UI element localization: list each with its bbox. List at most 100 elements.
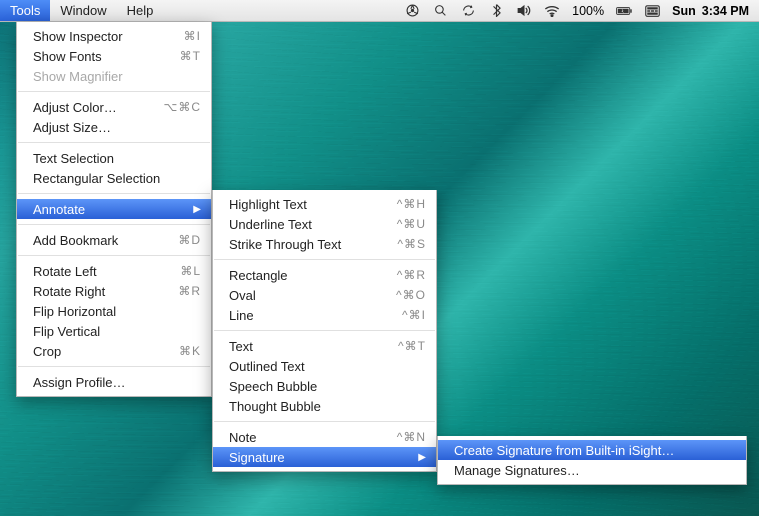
- menu-item-show-fonts[interactable]: Show Fonts⌘T: [17, 46, 211, 66]
- volume-icon[interactable]: [516, 4, 532, 17]
- menu-separator: [18, 366, 210, 367]
- menu-item-annotate[interactable]: Annotate▶: [17, 199, 211, 219]
- menubar-app-menus: Tools Window Help: [0, 0, 163, 21]
- menubar-item-help[interactable]: Help: [117, 0, 164, 21]
- menubar-item-label: Tools: [10, 3, 40, 18]
- menu-item-label: Show Inspector: [33, 28, 159, 45]
- menu-item-rotate-left[interactable]: Rotate Left⌘L: [17, 261, 211, 281]
- menu-item-create-signature[interactable]: Create Signature from Built-in iSight…: [438, 440, 746, 460]
- menubar-item-label: Help: [127, 3, 154, 18]
- menu-item-shortcut: ^⌘H: [384, 196, 426, 213]
- menu-item-shortcut: ⌘D: [159, 232, 201, 249]
- battery-percent[interactable]: 100%: [572, 4, 604, 18]
- menu-item-label: Rotate Left: [33, 263, 159, 280]
- menu-item-label: Highlight Text: [229, 196, 384, 213]
- menu-item-shortcut: ⌘I: [159, 28, 201, 45]
- menu-separator: [214, 421, 435, 422]
- radiation-icon[interactable]: [404, 4, 420, 17]
- menu-item-label: Rectangular Selection: [33, 170, 201, 187]
- menu-item-label: Manage Signatures…: [454, 462, 736, 479]
- sync-icon[interactable]: [460, 4, 476, 17]
- menu-item-label: Note: [229, 429, 384, 446]
- menu-separator: [18, 255, 210, 256]
- menu-item-shortcut: ⌘T: [159, 48, 201, 65]
- menu-item-text[interactable]: Text^⌘T: [213, 336, 436, 356]
- menu-item-label: Flip Horizontal: [33, 303, 201, 320]
- annotate-menu: Highlight Text^⌘H Underline Text^⌘U Stri…: [212, 190, 437, 472]
- menu-item-add-bookmark[interactable]: Add Bookmark⌘D: [17, 230, 211, 250]
- menubar-item-label: Window: [60, 3, 106, 18]
- menu-separator: [18, 224, 210, 225]
- menu-item-flip-vertical[interactable]: Flip Vertical: [17, 321, 211, 341]
- menu-item-label: Adjust Color…: [33, 99, 159, 116]
- menu-item-strike-through[interactable]: Strike Through Text^⌘S: [213, 234, 436, 254]
- menu-item-signature[interactable]: Signature ▶: [213, 447, 436, 467]
- menu-item-show-inspector[interactable]: Show Inspector⌘I: [17, 26, 211, 46]
- menu-item-shortcut: ^⌘R: [384, 267, 426, 284]
- submenu-arrow-icon: ▶: [418, 449, 426, 466]
- menu-separator: [18, 193, 210, 194]
- menu-item-label: Adjust Size…: [33, 119, 201, 136]
- menu-item-oval[interactable]: Oval^⌘O: [213, 285, 436, 305]
- menu-item-thought-bubble[interactable]: Thought Bubble: [213, 396, 436, 416]
- menu-item-outlined-text[interactable]: Outlined Text: [213, 356, 436, 376]
- search-icon[interactable]: [432, 4, 448, 17]
- menu-item-shortcut: ^⌘T: [384, 338, 426, 355]
- menu-item-speech-bubble[interactable]: Speech Bubble: [213, 376, 436, 396]
- menu-item-shortcut: ^⌘I: [384, 307, 426, 324]
- battery-icon[interactable]: [616, 5, 632, 17]
- menu-item-label: Text: [229, 338, 384, 355]
- menu-separator: [18, 142, 210, 143]
- menu-item-label: Flip Vertical: [33, 323, 201, 340]
- menu-item-shortcut: ^⌘U: [384, 216, 426, 233]
- menu-item-rotate-right[interactable]: Rotate Right⌘R: [17, 281, 211, 301]
- menu-item-adjust-size[interactable]: Adjust Size…: [17, 117, 211, 137]
- menu-item-shortcut: ⌘L: [159, 263, 201, 280]
- menu-item-shortcut: ^⌘O: [384, 287, 426, 304]
- menu-item-label: Crop: [33, 343, 159, 360]
- input-source-icon[interactable]: [644, 5, 660, 17]
- menu-item-text-selection[interactable]: Text Selection: [17, 148, 211, 168]
- bluetooth-icon[interactable]: [488, 4, 504, 17]
- menu-item-label: Text Selection: [33, 150, 201, 167]
- menu-item-shortcut: ^⌘N: [384, 429, 426, 446]
- menu-item-shortcut: ⌘K: [159, 343, 201, 360]
- statusbar: 100% Sun 3:34 PM: [394, 0, 759, 21]
- menu-item-manage-signatures[interactable]: Manage Signatures…: [438, 460, 746, 480]
- menubar-item-window[interactable]: Window: [50, 0, 116, 21]
- menu-item-adjust-color[interactable]: Adjust Color…⌥⌘C: [17, 97, 211, 117]
- menu-item-underline-text[interactable]: Underline Text^⌘U: [213, 214, 436, 234]
- menubar-item-tools[interactable]: Tools: [0, 0, 50, 21]
- menu-item-label: Line: [229, 307, 384, 324]
- menu-item-label: Strike Through Text: [229, 236, 384, 253]
- menu-item-show-magnifier: Show Magnifier: [17, 66, 211, 86]
- menu-item-line[interactable]: Line^⌘I: [213, 305, 436, 325]
- clock-time[interactable]: 3:34 PM: [702, 4, 749, 18]
- menu-item-assign-profile[interactable]: Assign Profile…: [17, 372, 211, 392]
- signature-menu: Create Signature from Built-in iSight… M…: [437, 436, 747, 485]
- menu-item-label: Signature: [229, 449, 412, 466]
- menu-item-label: Show Magnifier: [33, 68, 201, 85]
- menu-item-flip-horizontal[interactable]: Flip Horizontal: [17, 301, 211, 321]
- menu-item-label: Outlined Text: [229, 358, 426, 375]
- menu-item-highlight-text[interactable]: Highlight Text^⌘H: [213, 194, 436, 214]
- menu-item-shortcut: ⌘R: [159, 283, 201, 300]
- tools-menu: Show Inspector⌘I Show Fonts⌘T Show Magni…: [16, 22, 212, 397]
- menu-item-crop[interactable]: Crop⌘K: [17, 341, 211, 361]
- menu-item-rectangle[interactable]: Rectangle^⌘R: [213, 265, 436, 285]
- clock-day[interactable]: Sun: [672, 4, 696, 18]
- wifi-icon[interactable]: [544, 5, 560, 17]
- menu-item-label: Thought Bubble: [229, 398, 426, 415]
- menu-item-note[interactable]: Note^⌘N: [213, 427, 436, 447]
- menu-item-label: Rectangle: [229, 267, 384, 284]
- menu-item-label: Create Signature from Built-in iSight…: [454, 442, 736, 459]
- menu-item-label: Underline Text: [229, 216, 384, 233]
- menu-separator: [214, 330, 435, 331]
- menu-separator: [18, 91, 210, 92]
- menu-item-rectangular-selection[interactable]: Rectangular Selection: [17, 168, 211, 188]
- menu-item-label: Assign Profile…: [33, 374, 201, 391]
- menu-item-shortcut: ^⌘S: [384, 236, 426, 253]
- menu-item-label: Rotate Right: [33, 283, 159, 300]
- menu-item-label: Add Bookmark: [33, 232, 159, 249]
- submenu-arrow-icon: ▶: [193, 201, 201, 218]
